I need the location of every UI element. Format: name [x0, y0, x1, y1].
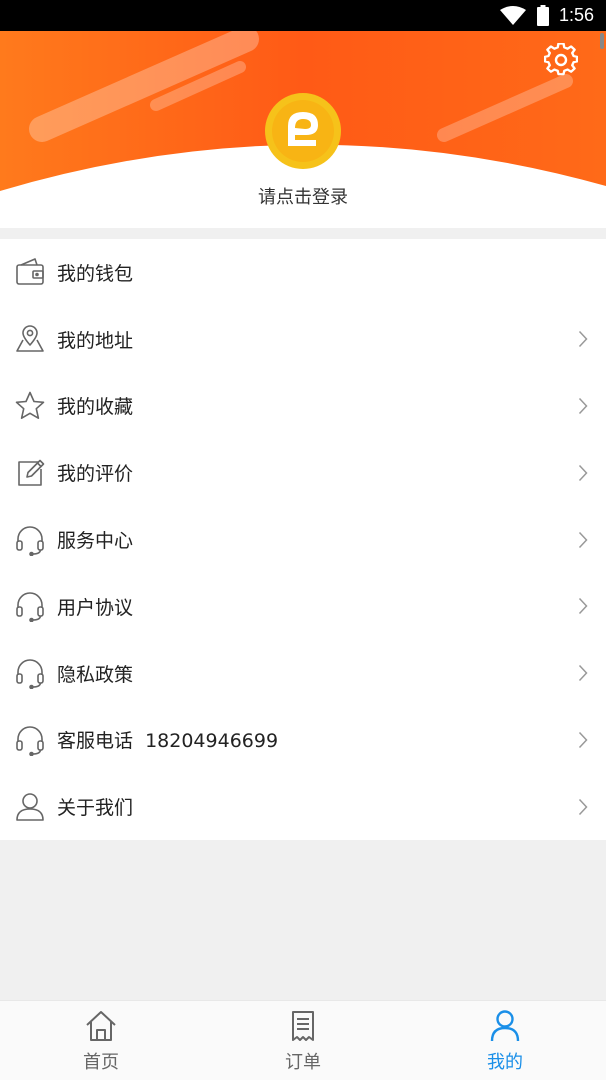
headset-icon: [16, 525, 44, 556]
home-icon: [86, 1011, 116, 1041]
menu-label: 我的评价: [57, 463, 134, 486]
menu-item-wallet[interactable]: 我的钱包: [0, 239, 606, 306]
chevron-right-icon: [578, 731, 588, 748]
status-time: 1:56: [558, 5, 594, 25]
menu-item-favorites[interactable]: 我的收藏: [0, 373, 606, 440]
chevron-right-icon: [578, 397, 588, 414]
menu-item-user-agreement[interactable]: 用户协议: [0, 573, 606, 640]
tab-label: 首页: [83, 1052, 119, 1073]
menu-item-address[interactable]: 我的地址: [0, 306, 606, 373]
menu-label: 我的地址: [57, 329, 134, 352]
wallet-icon: [16, 258, 44, 286]
bottom-tab-bar: 首页 订单 我的: [0, 1000, 606, 1080]
app-logo: [265, 93, 341, 169]
menu-label: 服务中心: [57, 530, 134, 553]
menu-item-reviews[interactable]: 我的评价: [0, 439, 606, 506]
tab-mine[interactable]: 我的: [404, 1001, 606, 1080]
order-icon: [292, 1011, 314, 1041]
headset-icon: [16, 592, 44, 623]
menu-label: 隐私政策: [57, 663, 134, 686]
chevron-right-icon: [578, 331, 588, 348]
tab-home[interactable]: 首页: [0, 1001, 202, 1080]
menu-list: 我的钱包 我的地址 我的收藏 我的评价 服务中心 用户协议 隐私政策 客服电话 …: [0, 239, 606, 841]
location-icon: [16, 325, 44, 352]
tab-label: 我的: [487, 1052, 523, 1073]
profile-icon: [490, 1010, 520, 1042]
profile-screen: 1:56 请点击登录 我的钱包 我的地址 我的收藏 我的评价 服务中心 用户协议…: [0, 0, 606, 1080]
menu-label: 我的收藏: [57, 396, 134, 419]
menu-label: 用户协议: [57, 596, 134, 619]
user-icon: [16, 792, 44, 821]
chevron-right-icon: [578, 798, 588, 815]
headset-icon: [16, 726, 44, 756]
menu-label: 客服电话 18204946699: [57, 730, 279, 753]
status-bar: 1:56: [0, 0, 606, 31]
chevron-right-icon: [578, 665, 588, 682]
menu-item-customer-phone[interactable]: 客服电话 18204946699: [0, 707, 606, 774]
chevron-right-icon: [578, 464, 588, 481]
wifi-icon: [499, 5, 526, 25]
tab-label: 订单: [285, 1052, 321, 1073]
settings-gear-icon[interactable]: [544, 43, 578, 77]
tab-orders[interactable]: 订单: [202, 1001, 404, 1080]
login-prompt[interactable]: 请点击登录: [0, 183, 606, 209]
menu-label: 关于我们: [57, 797, 134, 820]
edit-icon: [18, 459, 45, 486]
scrollbar[interactable]: [600, 33, 604, 49]
menu-item-about-us[interactable]: 关于我们: [0, 773, 606, 840]
headset-icon: [16, 659, 44, 690]
chevron-right-icon: [578, 598, 588, 615]
star-icon: [15, 391, 45, 419]
battery-icon: [536, 5, 549, 26]
menu-item-privacy-policy[interactable]: 隐私政策: [0, 640, 606, 707]
menu-item-service-center[interactable]: 服务中心: [0, 506, 606, 573]
profile-header: 请点击登录: [0, 31, 606, 228]
menu-label: 我的钱包: [57, 262, 134, 285]
chevron-right-icon: [578, 531, 588, 548]
